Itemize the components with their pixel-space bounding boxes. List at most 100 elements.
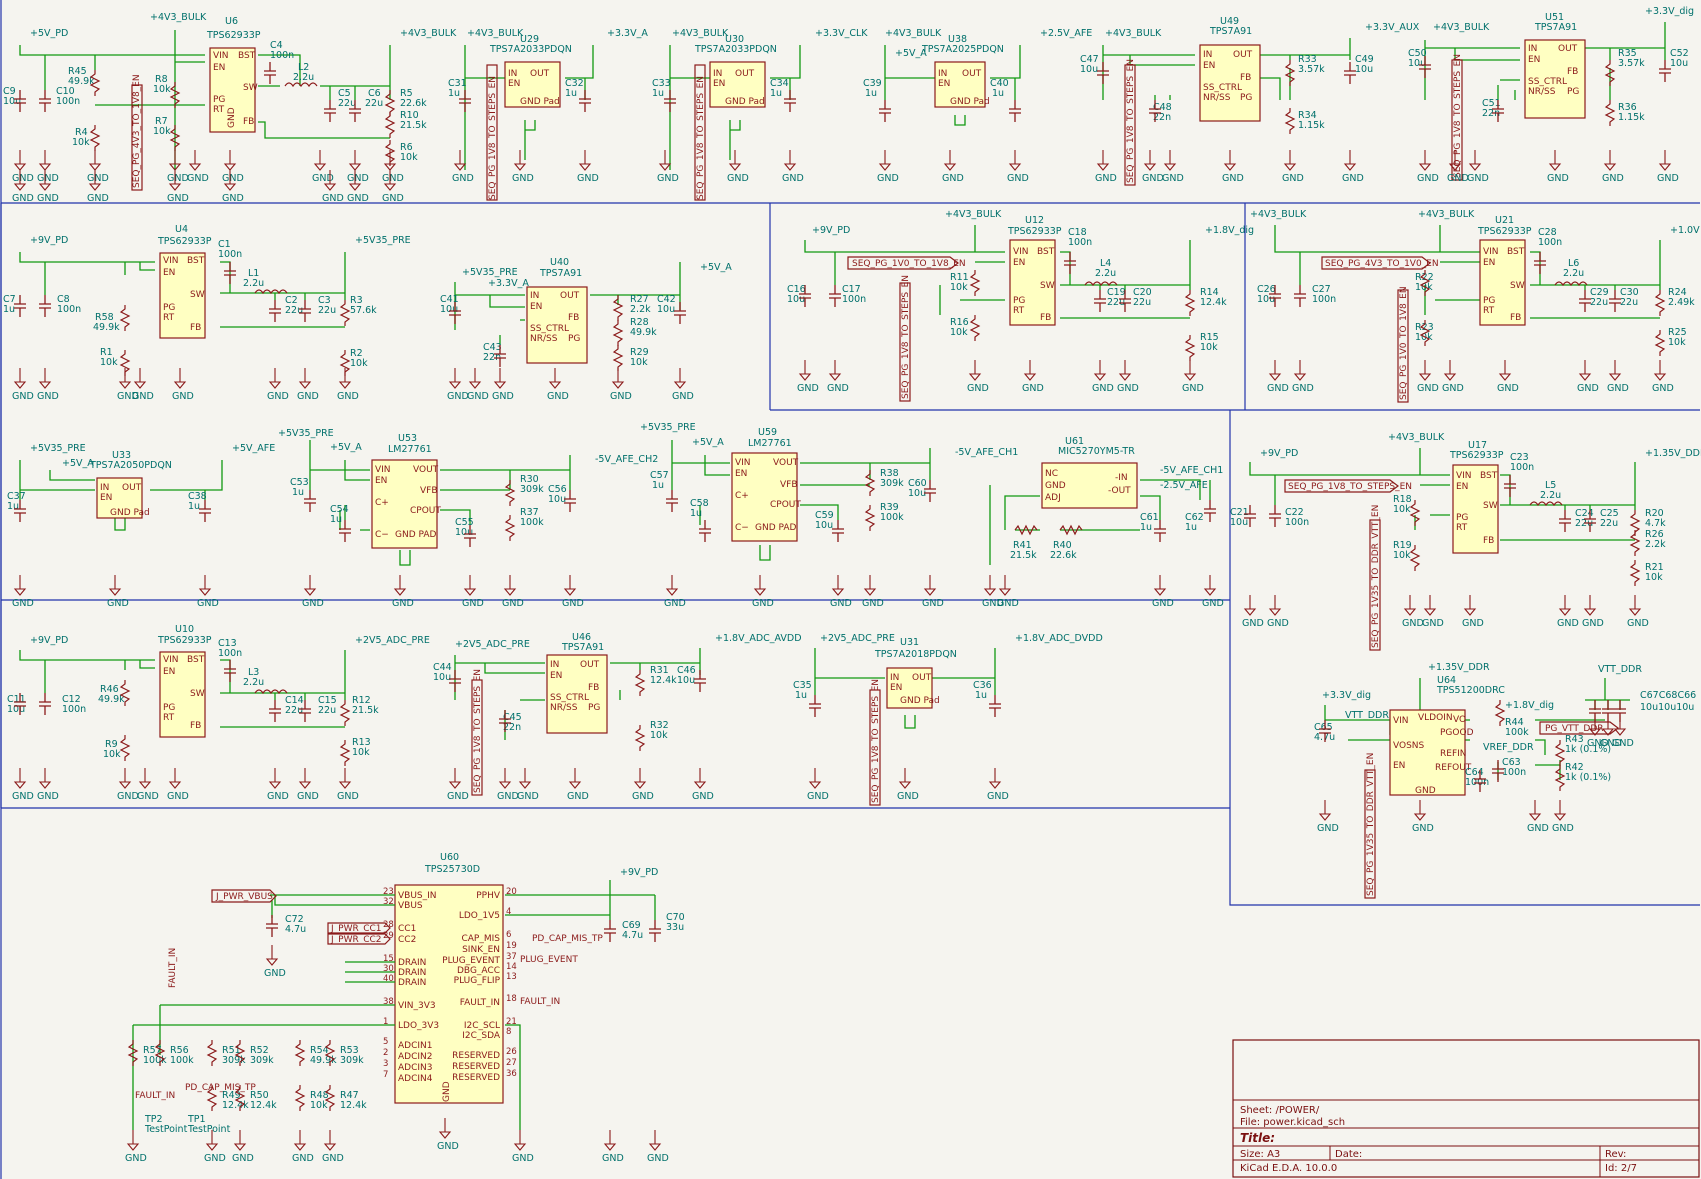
svg-text:GND: GND	[204, 1153, 226, 1164]
net-label: +5V_PD	[30, 28, 68, 39]
svg-text:GND: GND	[267, 791, 289, 802]
svg-text:RESERVED: RESERVED	[452, 1073, 500, 1083]
gnd-symbol: GND	[1202, 575, 1224, 609]
svg-text:GND: GND	[512, 1153, 534, 1164]
svg-text:EN: EN	[1393, 761, 1405, 771]
resistor-symbol	[969, 270, 981, 296]
gnd-symbol: GND	[1162, 150, 1184, 184]
svg-text:GND: GND	[782, 173, 804, 184]
svg-text:+1.8V_ADC_DVDD: +1.8V_ADC_DVDD	[1015, 633, 1103, 644]
svg-text:EN: EN	[375, 476, 387, 486]
value-label: 12.4k	[340, 1100, 367, 1111]
svg-text:+2V5_ADC_PRE: +2V5_ADC_PRE	[355, 635, 430, 646]
capacitor-symbol	[604, 920, 616, 942]
gnd-symbol: GND	[1282, 150, 1304, 184]
svg-text:GND: GND	[297, 791, 319, 802]
schematic-canvas: +5V_PD +4V3_BULK +4V3_BULK U6 TPS62933P …	[0, 0, 1701, 1179]
svg-text:GND: GND	[830, 598, 852, 609]
svg-text:U59: U59	[758, 427, 777, 438]
gnd-symbol: GND	[602, 1130, 624, 1164]
svg-text:OUT: OUT	[1558, 44, 1578, 54]
gnd-symbol: GND	[1462, 595, 1484, 629]
svg-text:GND: GND	[1222, 173, 1244, 184]
block-u40: +5V35_PRE +3.3V_A +5V_A U40TPS7A91 IN OUT…	[440, 257, 732, 368]
svg-text:10u: 10u	[548, 494, 566, 505]
id-label: Id: 2/7	[1605, 1163, 1637, 1174]
svg-text:+9V_PD: +9V_PD	[30, 635, 68, 646]
gnd-symbol: GND	[922, 575, 944, 609]
svg-text:309k: 309k	[520, 484, 544, 495]
region-borders	[0, 0, 1700, 1179]
svg-text:GND: GND	[1267, 618, 1289, 629]
gnd-symbol: GND	[1577, 360, 1599, 394]
svg-text:VIN: VIN	[1456, 471, 1472, 481]
svg-text:PG: PG	[1240, 93, 1252, 103]
svg-text:57.6k: 57.6k	[350, 305, 377, 316]
svg-text:GND: GND	[997, 598, 1019, 609]
resistor-symbol	[339, 350, 351, 376]
svg-text:GND: GND	[517, 791, 539, 802]
svg-text:CC1: CC1	[398, 924, 416, 934]
svg-text:VOUT: VOUT	[773, 458, 799, 468]
svg-text:+4V3_BULK: +4V3_BULK	[1250, 209, 1307, 220]
svg-text:100n: 100n	[1312, 294, 1336, 305]
svg-text:100n: 100n	[57, 304, 81, 315]
svg-text:+3.3V_dig: +3.3V_dig	[1645, 6, 1694, 17]
svg-text:+5V_A: +5V_A	[692, 437, 724, 448]
svg-text:10u: 10u	[908, 488, 926, 499]
svg-text:EN: EN	[1203, 61, 1215, 71]
svg-text:FB: FB	[243, 117, 254, 127]
gnd-symbol: GND	[1142, 150, 1164, 184]
svg-text:100k: 100k	[1505, 727, 1529, 738]
svg-text:IN: IN	[938, 69, 947, 79]
svg-text:10k: 10k	[950, 327, 968, 338]
svg-text:VIN: VIN	[163, 256, 179, 266]
svg-text:PPHV: PPHV	[476, 891, 501, 901]
svg-text:SW: SW	[243, 83, 258, 93]
svg-text:GND: GND	[672, 391, 694, 402]
svg-text:10u10u10u: 10u10u10u	[1640, 702, 1694, 713]
svg-text:GND: GND	[1412, 823, 1434, 834]
resistor-symbol	[634, 670, 646, 696]
gnd-symbol: GND	[1022, 360, 1044, 394]
gnd-symbol: GND	[1527, 800, 1549, 834]
svg-text:6: 6	[506, 930, 511, 940]
svg-text:GND: GND	[1627, 618, 1649, 629]
svg-text:GND: GND	[752, 598, 774, 609]
svg-text:10k: 10k	[100, 357, 118, 368]
svg-text:GND: GND	[232, 1153, 254, 1164]
resistor-symbol	[634, 725, 646, 751]
capacitor-symbol	[39, 90, 51, 112]
svg-text:VO: VO	[1453, 715, 1466, 725]
svg-text:SEQ_PG_4V3_TO_1V0_EN: SEQ_PG_4V3_TO_1V0_EN	[1325, 259, 1439, 269]
svg-text:GND: GND	[1442, 383, 1464, 394]
capacitor-symbol	[832, 520, 844, 542]
svg-text:EN: EN	[1456, 482, 1468, 492]
svg-text:GND: GND	[125, 1153, 147, 1164]
svg-text:GND: GND	[467, 391, 489, 402]
svg-text:GND: GND	[647, 1153, 669, 1164]
gnd-symbol: GND	[664, 575, 686, 609]
capacitor-symbol	[784, 90, 796, 112]
svg-text:37: 37	[506, 952, 517, 962]
svg-text:+4V3_BULK: +4V3_BULK	[1388, 432, 1445, 443]
svg-text:VIN: VIN	[1013, 247, 1029, 257]
gnd-symbol: GND	[132, 368, 154, 402]
svg-text:22u: 22u	[338, 98, 356, 109]
svg-text:SEQ_PG_1V8_TO_STEPS_EN: SEQ_PG_1V8_TO_STEPS_EN	[696, 76, 706, 200]
svg-text:SS_CTRL: SS_CTRL	[550, 693, 589, 703]
gnd-symbol: GND	[1222, 150, 1244, 184]
gnd-symbol: GND	[467, 368, 489, 402]
resistor-symbol	[1409, 500, 1421, 526]
svg-text:GND: GND	[1497, 383, 1519, 394]
svg-text:1u: 1u	[448, 88, 460, 99]
svg-text:GND: GND	[1152, 598, 1174, 609]
gnd-symbol: GND	[392, 575, 414, 609]
svg-text:SEQ_PG_1V8_TO_STEPS_EN: SEQ_PG_1V8_TO_STEPS_EN	[1288, 482, 1412, 492]
svg-text:PG: PG	[588, 703, 600, 713]
svg-text:GND: GND	[132, 391, 154, 402]
svg-text:GND: GND	[292, 1153, 314, 1164]
resistor-symbol	[1654, 290, 1666, 316]
gnd-symbol: GND	[672, 368, 694, 402]
svg-text:ADCIN2: ADCIN2	[398, 1052, 432, 1062]
